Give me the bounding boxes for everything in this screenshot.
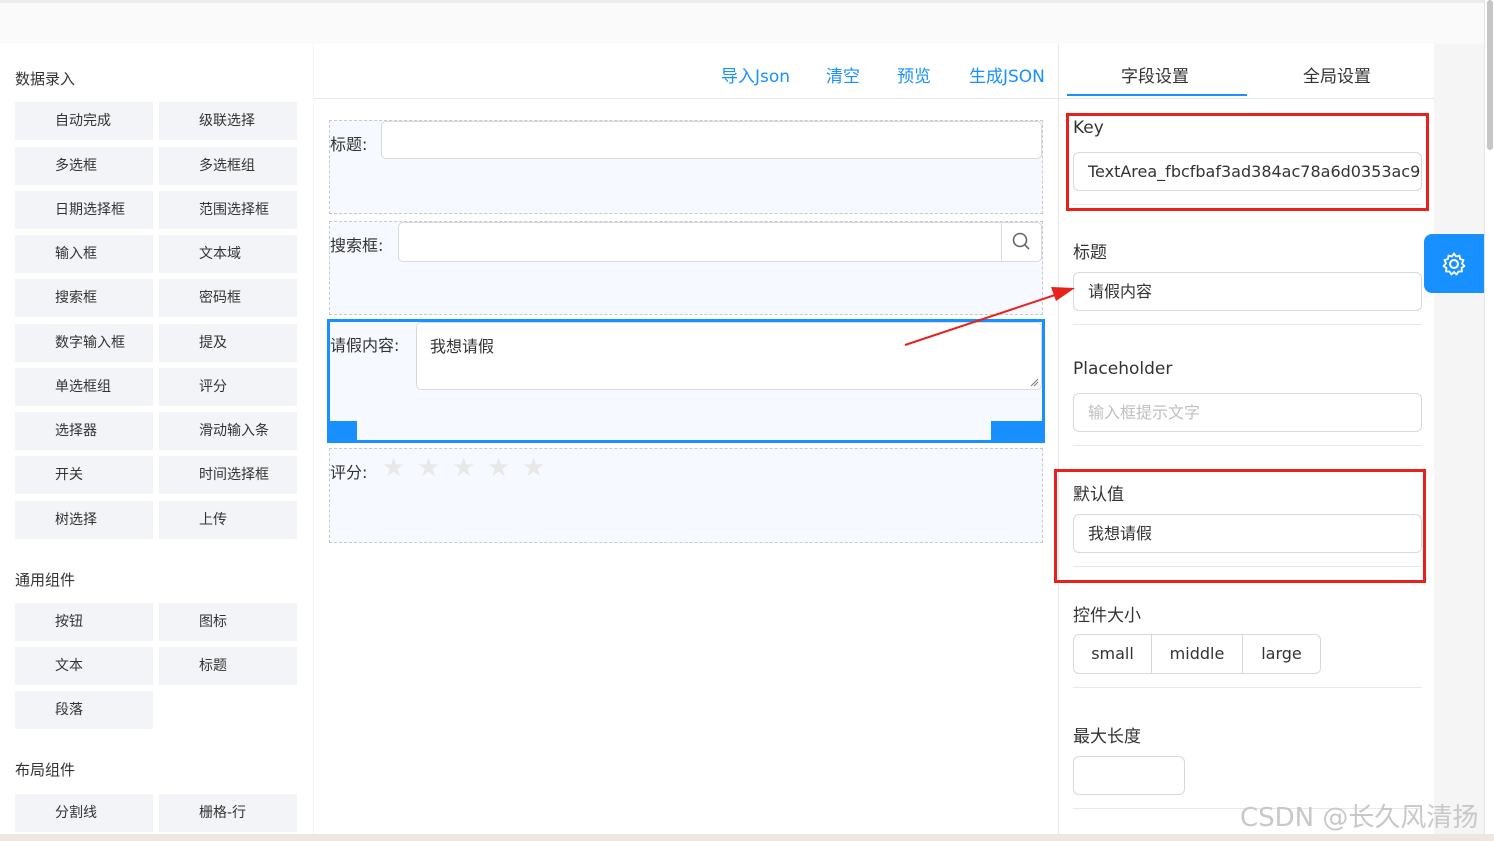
section-title-data-entry: 数据录入: [15, 70, 76, 88]
annotation-box-default-value: [1054, 469, 1426, 583]
star-icon[interactable]: ★: [487, 453, 510, 483]
palette-item[interactable]: 上传: [159, 501, 297, 539]
form-item-leave-selected[interactable]: 请假内容: 我想请假: [327, 319, 1045, 443]
component-palette: 数据录入 自动完成 级联选择 多选框 多选框组 日期选择框 范围选择框 输入框 …: [0, 44, 313, 834]
clear-link[interactable]: 清空: [826, 62, 860, 87]
settings-toggle-button[interactable]: [1424, 234, 1484, 293]
size-option-large[interactable]: large: [1242, 634, 1321, 674]
settings-tabs: 字段设置 全局设置: [1059, 44, 1435, 99]
title-field-input[interactable]: 请假内容: [1073, 272, 1422, 311]
palette-item[interactable]: 段落: [15, 691, 153, 729]
title-field-label: 标题: [1073, 243, 1107, 263]
import-json-link[interactable]: 导入Json: [721, 62, 790, 87]
palette-item[interactable]: 树选择: [15, 501, 153, 539]
palette-item[interactable]: 文本域: [159, 235, 297, 273]
palette-item[interactable]: 滑动输入条: [159, 412, 297, 450]
section-title-general: 通用组件: [15, 571, 76, 589]
palette-item[interactable]: 日期选择框: [15, 191, 153, 229]
form-item-label: 搜索框:: [330, 236, 384, 255]
leave-textarea[interactable]: 我想请假: [416, 322, 1042, 390]
resize-icon[interactable]: [1029, 377, 1039, 387]
placeholder-label: Placeholder: [1073, 359, 1173, 379]
title-input[interactable]: [381, 121, 1042, 159]
search-input[interactable]: [398, 222, 1042, 262]
divider: [1073, 324, 1422, 325]
palette-item[interactable]: 标题: [159, 647, 297, 685]
palette-item[interactable]: 自动完成: [15, 102, 153, 140]
divider: [1073, 687, 1422, 688]
palette-item[interactable]: 搜索框: [15, 279, 153, 317]
palette-item[interactable]: 栅格-行: [159, 794, 297, 832]
form-item-title[interactable]: 标题:: [329, 120, 1043, 214]
palette-item[interactable]: 分割线: [15, 794, 153, 832]
palette-item[interactable]: 开关: [15, 456, 153, 494]
palette-item[interactable]: 提及: [159, 324, 297, 362]
star-icon[interactable]: ★: [382, 453, 405, 483]
page-scrollbar[interactable]: [1484, 0, 1494, 841]
palette-item[interactable]: 输入框: [15, 235, 153, 273]
generate-json-link[interactable]: 生成JSON: [969, 62, 1045, 87]
tab-field-settings[interactable]: 字段设置: [1121, 62, 1189, 87]
form-item-rating[interactable]: 评分: ★ ★ ★ ★ ★: [329, 448, 1043, 543]
tab-global-settings[interactable]: 全局设置: [1303, 62, 1371, 87]
palette-item[interactable]: 选择器: [15, 412, 153, 450]
delete-handle[interactable]: [991, 421, 1043, 440]
form-canvas: 导入Json 清空 预览 生成JSON 标题: 搜索框: 请假内容: 我想请假: [314, 44, 1058, 834]
textarea-value: 我想请假: [430, 337, 495, 356]
size-option-small[interactable]: small: [1073, 634, 1152, 674]
palette-item[interactable]: 评分: [159, 368, 297, 406]
form-item-label: 评分:: [330, 463, 368, 482]
palette-item[interactable]: 图标: [159, 603, 297, 641]
size-option-middle[interactable]: middle: [1151, 634, 1243, 674]
active-tab-indicator: [1067, 94, 1247, 96]
size-label: 控件大小: [1073, 606, 1141, 626]
form-item-search[interactable]: 搜索框:: [329, 221, 1043, 315]
search-button[interactable]: [1001, 223, 1041, 261]
watermark: CSDN @长久风清扬: [1240, 803, 1479, 833]
palette-item[interactable]: 时间选择框: [159, 456, 297, 494]
palette-item[interactable]: 范围选择框: [159, 191, 297, 229]
palette-item[interactable]: 文本: [15, 647, 153, 685]
palette-item[interactable]: 单选框组: [15, 368, 153, 406]
palette-item[interactable]: 多选框: [15, 147, 153, 185]
palette-item[interactable]: 按钮: [15, 603, 153, 641]
max-length-input[interactable]: [1073, 756, 1185, 795]
search-icon: [1012, 232, 1030, 250]
preview-link[interactable]: 预览: [897, 62, 931, 87]
form-item-label: 请假内容:: [330, 336, 400, 355]
gear-icon: [1442, 252, 1466, 276]
palette-item[interactable]: 多选框组: [159, 147, 297, 185]
divider: [1073, 445, 1422, 446]
bottom-bar: [0, 834, 1494, 841]
canvas-toolbar: 导入Json 清空 预览 生成JSON: [314, 44, 1058, 99]
palette-item[interactable]: 级联选择: [159, 102, 297, 140]
max-length-label: 最大长度: [1073, 727, 1141, 747]
star-icon[interactable]: ★: [452, 453, 475, 483]
star-icon[interactable]: ★: [522, 453, 545, 483]
scrollbar-thumb[interactable]: [1487, 0, 1493, 150]
annotation-box-key: [1066, 113, 1429, 211]
placeholder-input[interactable]: 输入框提示文字: [1073, 393, 1422, 432]
drag-handle[interactable]: [329, 421, 357, 440]
section-title-layout: 布局组件: [15, 761, 76, 779]
palette-item[interactable]: 数字输入框: [15, 324, 153, 362]
form-item-label: 标题:: [330, 135, 368, 154]
palette-item[interactable]: 密码框: [159, 279, 297, 317]
top-bar: [0, 0, 1484, 44]
star-icon[interactable]: ★: [417, 453, 440, 483]
